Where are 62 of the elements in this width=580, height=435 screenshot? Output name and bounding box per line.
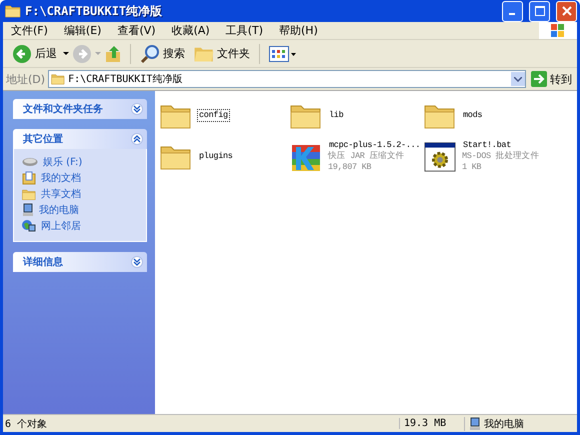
chevron-icon [133, 135, 141, 143]
file-type: 快压 JAR 压缩文件 [328, 151, 406, 162]
menu-item[interactable]: 编辑(E) [56, 23, 110, 38]
folder-icon [5, 4, 21, 18]
network-icon [22, 219, 36, 233]
views-icon [269, 46, 297, 62]
panel-title: 详细信息 [23, 255, 63, 269]
back-button[interactable]: 后退 [9, 42, 60, 66]
file-name[interactable]: lib [328, 110, 344, 121]
expand-button[interactable] [131, 103, 143, 115]
place-link[interactable]: 娱乐 (F:) [43, 155, 82, 169]
menu-item[interactable]: 收藏(A) [164, 23, 218, 38]
file-name[interactable]: mcpc-plus-1.5.2-... [328, 140, 422, 151]
search-icon [140, 44, 160, 64]
file-name[interactable]: config [198, 110, 229, 121]
menu-item[interactable]: 文件(F) [3, 23, 56, 38]
chevron-icon [133, 258, 141, 266]
maximize-icon [534, 6, 544, 16]
expand-button[interactable] [131, 256, 143, 268]
dropdown-arrow-icon[interactable] [63, 52, 69, 56]
chevron-icon [133, 105, 141, 113]
panel-title: 其它位置 [23, 132, 63, 146]
place-link[interactable]: 我的电脑 [39, 203, 79, 217]
folder-icon [51, 73, 66, 85]
panel-title: 文件和文件夹任务 [23, 102, 103, 116]
file-name[interactable]: mods [462, 110, 484, 121]
computer-icon [469, 416, 481, 430]
search-button[interactable]: 搜索 [137, 42, 188, 66]
window-title: F:\CRAFTBUKKIT纯净版 [25, 2, 164, 20]
panel-header[interactable]: 其它位置 [13, 129, 147, 149]
go-button[interactable]: 转到 [529, 71, 574, 87]
menu-item[interactable]: 查看(V) [109, 23, 164, 38]
menu-item[interactable]: 帮助(H) [271, 23, 326, 38]
windows-logo-icon [550, 24, 566, 38]
file-type: MS-DOS 批处理文件 [462, 151, 540, 162]
folders-button[interactable]: 文件夹 [191, 42, 253, 64]
batch-file-icon [424, 140, 456, 172]
collapse-button[interactable] [131, 133, 143, 145]
minimize-button[interactable] [502, 0, 523, 22]
file-size: 1 KB [462, 162, 482, 173]
object-count: 6 个对象 [4, 418, 48, 430]
maximize-button[interactable] [529, 0, 550, 22]
file-size: 19,807 KB [328, 162, 372, 173]
place-link[interactable]: 网上邻居 [41, 219, 81, 233]
panel-header[interactable]: 文件和文件夹任务 [13, 99, 147, 119]
total-size: 19.3 MB [399, 418, 464, 429]
place-link[interactable]: 我的文档 [41, 171, 81, 185]
file-name[interactable]: plugins [198, 151, 234, 162]
go-arrow-icon [531, 71, 547, 87]
close-button[interactable] [556, 0, 577, 22]
file-name[interactable]: Start!.bat [462, 140, 540, 151]
panel-header[interactable]: 详细信息 [13, 252, 147, 272]
address-label: 地址(D) [6, 72, 46, 86]
computer-icon [22, 203, 34, 217]
documents-folder-icon [22, 171, 36, 185]
drive-icon [22, 157, 38, 167]
address-field[interactable]: F:\CRAFTBUKKIT纯净版 [48, 70, 526, 88]
place-link[interactable]: 共享文档 [41, 187, 81, 201]
location-label: 我的电脑 [484, 418, 524, 430]
close-icon [562, 6, 572, 16]
folder-icon [22, 188, 36, 200]
menu-item[interactable]: 工具(T) [218, 23, 271, 38]
